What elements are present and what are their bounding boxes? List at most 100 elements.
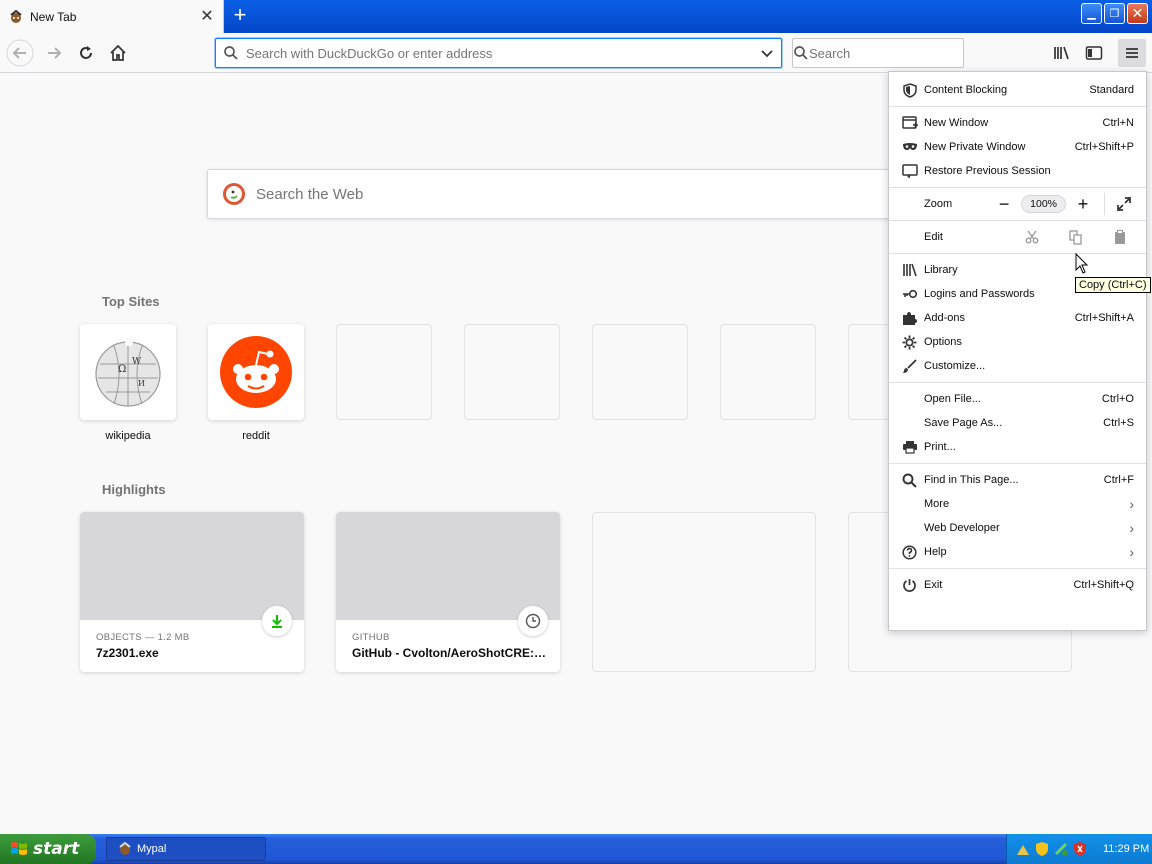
- fullscreen-icon[interactable]: [1104, 193, 1134, 215]
- url-bar[interactable]: [215, 38, 782, 68]
- minimize-icon[interactable]: ▁: [1081, 3, 1102, 24]
- top-site-empty[interactable]: [592, 324, 688, 420]
- menu-item-content-blocking[interactable]: Content Blocking Standard: [889, 78, 1146, 102]
- menu-item-find[interactable]: Find in This Page... Ctrl+F: [889, 468, 1146, 492]
- menu-item-new-window[interactable]: New Window Ctrl+N: [889, 111, 1146, 135]
- tab-new-tab[interactable]: New Tab ✕: [0, 0, 224, 33]
- key-icon: [901, 286, 918, 303]
- forward-icon[interactable]: [40, 39, 68, 67]
- shield-icon: [901, 82, 918, 99]
- security-shield-tray-icon[interactable]: [1034, 841, 1050, 857]
- empty-tile[interactable]: [464, 324, 560, 420]
- menu-item-print[interactable]: Print...: [889, 435, 1146, 459]
- copy-icon[interactable]: [1062, 226, 1090, 248]
- gear-icon: [901, 334, 918, 351]
- home-icon[interactable]: [104, 39, 132, 67]
- top-site-reddit[interactable]: reddit: [208, 324, 304, 442]
- more-spacer: [901, 496, 918, 513]
- svg-text:W: W: [132, 357, 142, 367]
- printer-icon: [901, 439, 918, 456]
- menu-label: Customize...: [924, 360, 986, 372]
- library-icon[interactable]: [1048, 39, 1076, 67]
- site-tile[interactable]: Ω W И: [80, 324, 176, 420]
- hamburger-menu-icon[interactable]: [1118, 39, 1146, 67]
- search-icon: [901, 472, 918, 489]
- alert-shield-tray-icon[interactable]: [1072, 841, 1088, 857]
- menu-separator: [889, 463, 1146, 464]
- tab-close-icon[interactable]: ✕: [199, 8, 215, 25]
- chevron-down-icon[interactable]: [753, 46, 781, 60]
- highlight-card[interactable]: OBJECTS — 1.2 MB 7z2301.exe: [80, 512, 304, 672]
- zoom-reset-button[interactable]: 100%: [1021, 195, 1066, 213]
- empty-tile[interactable]: [592, 324, 688, 420]
- menu-item-exit[interactable]: Exit Ctrl+Shift+Q: [889, 573, 1146, 597]
- back-icon[interactable]: [6, 39, 34, 67]
- paste-icon[interactable]: [1106, 226, 1134, 248]
- top-site-empty[interactable]: [720, 324, 816, 420]
- copy-tooltip: Copy (Ctrl+C): [1075, 277, 1151, 293]
- mouse-cursor-icon: [1075, 253, 1089, 274]
- sidebar-icon[interactable]: [1080, 39, 1108, 67]
- menu-label: Zoom: [924, 198, 953, 210]
- menu-shortcut: Ctrl+S: [1103, 417, 1134, 429]
- open-file-spacer: [901, 391, 918, 408]
- menu-item-save-page[interactable]: Save Page As... Ctrl+S: [889, 411, 1146, 435]
- menu-label: Open File...: [924, 393, 981, 405]
- cut-icon[interactable]: [1018, 226, 1046, 248]
- start-label: start: [33, 839, 80, 859]
- menu-item-new-private-window[interactable]: New Private Window Ctrl+Shift+P: [889, 135, 1146, 159]
- top-sites-heading: Top Sites: [102, 294, 160, 309]
- library-icon: [901, 262, 918, 279]
- zoom-out-button[interactable]: −: [993, 193, 1015, 215]
- help-icon: [901, 544, 918, 561]
- menu-shortcut: Ctrl+N: [1102, 117, 1134, 129]
- menu-item-options[interactable]: Options: [889, 330, 1146, 354]
- menu-item-addons[interactable]: Add-ons Ctrl+Shift+A: [889, 306, 1146, 330]
- svg-text:И: И: [138, 379, 145, 388]
- app-menu-panel: Content Blocking Standard New Window Ctr…: [888, 71, 1147, 631]
- site-tile[interactable]: [208, 324, 304, 420]
- tab-title: New Tab: [30, 9, 77, 24]
- menu-item-help[interactable]: Help ›: [889, 540, 1146, 564]
- menu-label: New Window: [924, 117, 989, 129]
- new-tab-plus-icon[interactable]: +: [228, 4, 252, 28]
- top-site-wikipedia[interactable]: Ω W И wikipedia: [80, 324, 176, 442]
- update-tray-icon[interactable]: [1053, 841, 1069, 857]
- menu-item-more[interactable]: More ›: [889, 492, 1146, 516]
- url-input[interactable]: [246, 45, 753, 61]
- highlight-card[interactable]: GITHUB GitHub - Cvolton/AeroShotCRE: ...: [336, 512, 560, 672]
- close-window-icon[interactable]: ✕: [1127, 3, 1148, 24]
- menu-label: Exit: [924, 579, 943, 591]
- web-developer-spacer: [901, 520, 918, 537]
- zoom-in-button[interactable]: +: [1072, 193, 1094, 215]
- download-icon: [262, 606, 292, 636]
- menu-item-web-developer[interactable]: Web Developer ›: [889, 516, 1146, 540]
- taskbar-item-mypal[interactable]: Mypal: [106, 837, 266, 861]
- private-mask-icon: [901, 139, 918, 156]
- top-site-empty[interactable]: [336, 324, 432, 420]
- site-label: reddit: [242, 430, 270, 442]
- mypal-favicon-icon: [119, 841, 131, 855]
- start-button[interactable]: start: [0, 834, 96, 864]
- chevron-right-icon: ›: [1129, 544, 1134, 560]
- search-input[interactable]: [809, 45, 985, 61]
- tab-strip: New Tab ✕ + ▁ ❐ ✕: [0, 0, 1152, 33]
- menu-separator: [889, 220, 1146, 221]
- reload-icon[interactable]: [72, 39, 100, 67]
- menu-item-customize[interactable]: Customize...: [889, 354, 1146, 378]
- empty-tile[interactable]: [336, 324, 432, 420]
- network-tray-icon[interactable]: [1015, 841, 1031, 857]
- search-bar[interactable]: [792, 38, 985, 68]
- menu-separator: [889, 568, 1146, 569]
- top-site-empty[interactable]: [464, 324, 560, 420]
- menu-item-restore-session[interactable]: Restore Previous Session: [889, 159, 1146, 183]
- web-search-box[interactable]: [207, 169, 907, 219]
- menu-label: Web Developer: [924, 522, 1000, 534]
- puzzle-icon: [901, 310, 918, 327]
- restore-icon[interactable]: ❐: [1104, 3, 1125, 24]
- web-search-input[interactable]: [256, 185, 906, 203]
- search-icon: [793, 45, 809, 61]
- site-label: wikipedia: [105, 430, 151, 442]
- menu-item-open-file[interactable]: Open File... Ctrl+O: [889, 387, 1146, 411]
- empty-tile[interactable]: [720, 324, 816, 420]
